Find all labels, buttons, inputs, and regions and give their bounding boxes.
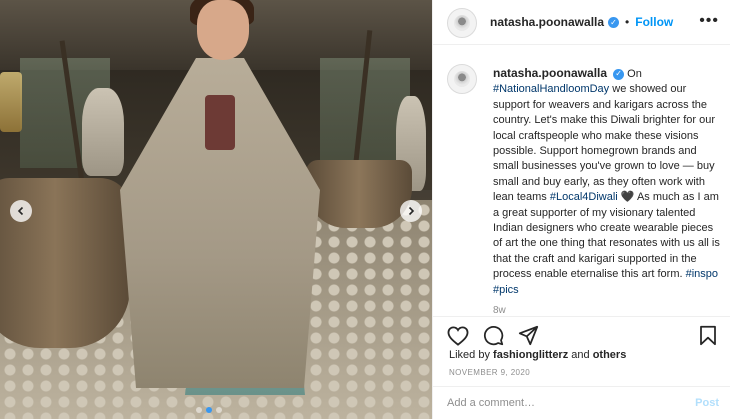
likes-prefix: Liked by — [449, 349, 490, 361]
liked-by-user-link[interactable]: fashionglitterz — [493, 349, 568, 361]
chevron-right-icon[interactable] — [400, 200, 422, 222]
action-icons — [447, 325, 539, 351]
photo-dress-bodice — [205, 95, 235, 150]
comment-icon[interactable] — [483, 325, 504, 351]
likes-others-link[interactable]: others — [593, 349, 627, 361]
photo-statue-left — [82, 88, 124, 176]
caption-part: On — [627, 68, 642, 80]
comment-bar: Add a comment… Post — [433, 386, 730, 420]
caption-part: we showed our support for weavers and ka… — [493, 83, 715, 204]
more-options-icon[interactable]: ••• — [699, 12, 719, 30]
post-photo[interactable] — [0, 0, 432, 419]
follow-button[interactable]: Follow — [635, 15, 673, 29]
carousel-dot — [216, 407, 222, 413]
verified-badge-icon: ✓ — [608, 16, 620, 28]
caption-avatar[interactable] — [447, 64, 477, 94]
verified-badge-icon: ✓ — [613, 68, 625, 80]
post-sidebar: natasha.poonawalla ✓ • Follow ••• natash… — [432, 0, 730, 419]
post-header: natasha.poonawalla ✓ • Follow ••• — [433, 0, 730, 45]
hashtag-link[interactable]: #inspo — [686, 268, 718, 280]
likes-line: Liked by fashionglitterz and others — [449, 349, 626, 361]
post-comment-button[interactable]: Post — [695, 397, 719, 409]
share-icon[interactable] — [518, 325, 539, 351]
carousel-indicator — [196, 407, 222, 413]
header-user: natasha.poonawalla ✓ • Follow — [490, 15, 673, 29]
carousel-dot-active — [206, 407, 212, 413]
separator-dot: • — [625, 15, 630, 29]
comment-input[interactable]: Add a comment… — [447, 397, 535, 409]
hashtag-link[interactable]: #pics — [493, 284, 519, 296]
hashtag-link[interactable]: #Local4Diwali — [550, 191, 618, 203]
bookmark-icon[interactable] — [699, 325, 717, 351]
chevron-left-icon[interactable] — [10, 200, 32, 222]
avatar[interactable] — [447, 8, 477, 38]
username-link[interactable]: natasha.poonawalla — [490, 15, 604, 29]
caption-username[interactable]: natasha.poonawalla — [493, 66, 607, 80]
caption-part: 🖤 As much as I am a great supporter of m… — [493, 191, 720, 281]
photo-planter-right — [306, 160, 412, 228]
caption-text: natasha.poonawalla ✓ On #NationalHandloo… — [493, 66, 721, 298]
post-date: NOVEMBER 9, 2020 — [449, 368, 531, 377]
hashtag-link[interactable]: #NationalHandloomDay — [493, 83, 609, 95]
photo-lantern — [0, 72, 22, 132]
photo-face — [197, 0, 249, 60]
likes-and: and — [571, 349, 590, 361]
divider — [433, 316, 730, 318]
heart-icon[interactable] — [447, 325, 469, 351]
post-time-ago: 8w — [493, 305, 506, 316]
carousel-dot — [196, 407, 202, 413]
